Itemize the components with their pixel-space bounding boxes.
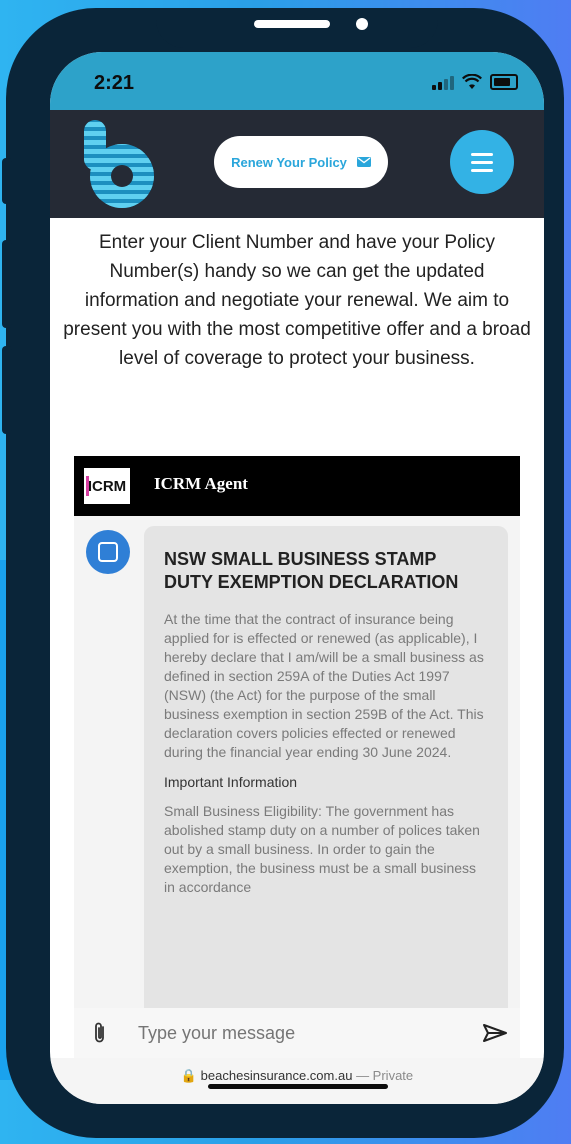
message-heading: NSW SMALL BUSINESS STAMP DUTY EXEMPTION … [164, 549, 459, 592]
signal-icon [432, 76, 454, 90]
message-input[interactable] [136, 1021, 440, 1045]
browser-address-bar[interactable]: 🔒 beachesinsurance.com.au — Private [50, 1058, 544, 1104]
chat-header: ICRM ICRM Agent [74, 456, 520, 516]
battery-icon [490, 74, 518, 90]
phone-screen: 2:21 Renew Your Policy Enter your Client… [50, 52, 544, 1104]
renew-policy-label: Renew Your Policy [231, 154, 347, 170]
phone-frame: 2:21 Renew Your Policy Enter your Client… [2, 8, 564, 1138]
beaches-logo-icon [84, 120, 154, 208]
status-time: 2:21 [94, 72, 135, 94]
phone-notch [156, 8, 438, 48]
paperclip-icon[interactable] [88, 1021, 112, 1045]
message-subheading: Important Information [164, 774, 298, 790]
speaker-grille [254, 20, 330, 28]
mute-switch [2, 158, 12, 204]
status-icons [432, 74, 518, 90]
message-input-bar [74, 1008, 520, 1058]
volume-up-button [2, 240, 12, 328]
bot-avatar [86, 530, 130, 574]
envelope-icon [356, 157, 371, 167]
message-body-2: Small Business Eligibility: The governme… [164, 803, 480, 895]
status-bar: 2:21 [50, 52, 544, 110]
home-indicator[interactable] [208, 1084, 388, 1089]
renew-policy-button[interactable]: Renew Your Policy [214, 136, 388, 188]
chat-bot-icon [98, 542, 118, 562]
message-bubble: NSW SMALL BUSINESS STAMP DUTY EXEMPTION … [144, 526, 508, 1058]
icrm-logo: ICRM [84, 468, 130, 504]
chat-title: ICRM Agent [154, 474, 248, 493]
chat-widget: ICRM ICRM Agent NSW SMALL BUSINESS STAMP… [74, 456, 520, 1058]
message-body: At the time that the contract of insuran… [164, 611, 484, 760]
intro-text: Enter your Client Number and have your P… [63, 232, 531, 369]
front-camera [356, 18, 368, 30]
wifi-icon [462, 74, 482, 89]
site-header: Renew Your Policy [50, 110, 544, 218]
send-icon[interactable] [482, 1023, 508, 1043]
hamburger-menu-button[interactable] [450, 130, 514, 194]
lock-icon: 🔒 [180, 1068, 198, 1083]
volume-down-button [2, 346, 12, 434]
url-display: 🔒 beachesinsurance.com.au — Private [50, 1068, 544, 1084]
privacy-label: — Private [356, 1068, 414, 1083]
url-text: beachesinsurance.com.au [200, 1068, 353, 1083]
